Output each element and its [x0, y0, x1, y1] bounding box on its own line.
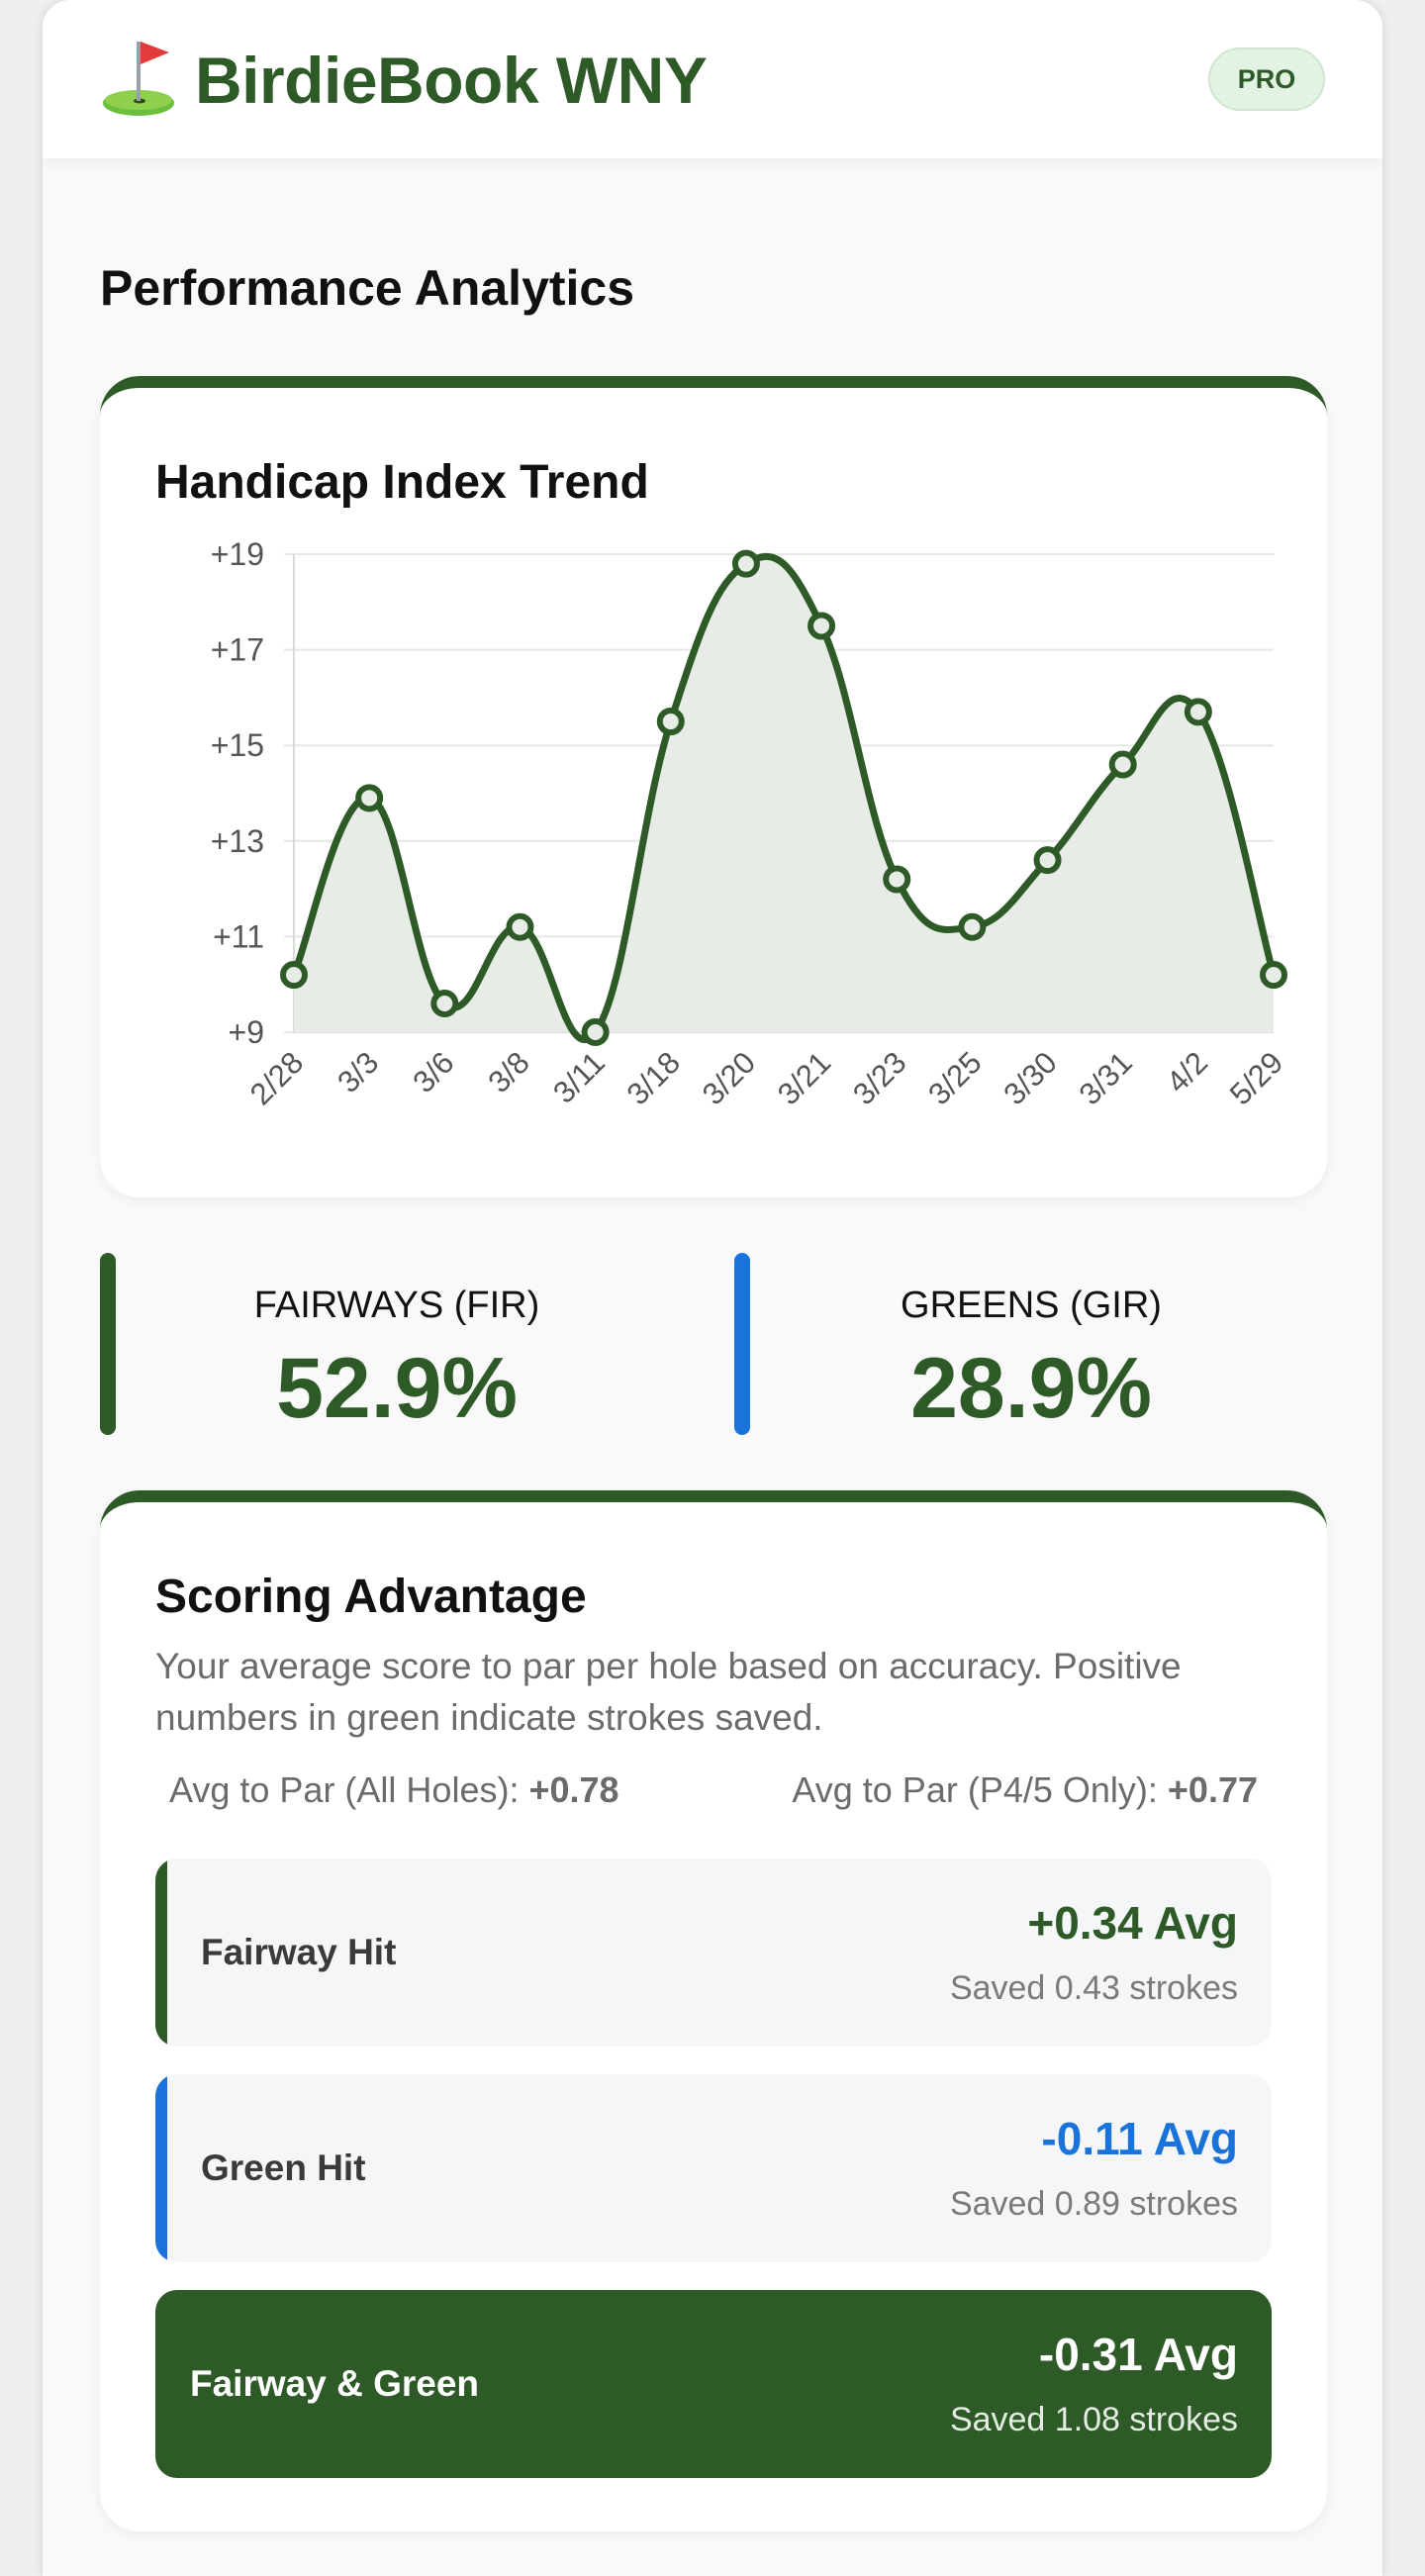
greens-stat: GREENS (GIR) 28.9% — [734, 1253, 1328, 1436]
data-point — [355, 784, 384, 812]
green-hit-row[interactable]: Green Hit -0.11 Avg Saved 0.89 strokes — [155, 2074, 1272, 2262]
x-tick-label: 5/29 — [1223, 1045, 1289, 1111]
x-tick-label: 3/8 — [481, 1045, 535, 1099]
series-area — [294, 556, 1274, 1040]
fairways-stat: FAIRWAYS (FIR) 52.9% — [100, 1253, 694, 1436]
golf-flag-icon — [103, 42, 174, 116]
y-tick-label: +9 — [229, 1014, 264, 1050]
y-tick-label: +13 — [211, 823, 264, 859]
x-tick-label: 3/31 — [1073, 1045, 1139, 1111]
fairway-hit-avg: +0.34 Avg — [1027, 1897, 1238, 1949]
data-point — [1033, 846, 1062, 875]
fairways-stat-value: 52.9% — [276, 1341, 518, 1436]
x-tick-label: 4/2 — [1160, 1045, 1214, 1099]
fairway-and-green-saved: Saved 1.08 strokes — [949, 2401, 1238, 2438]
y-tick-label: +17 — [211, 632, 264, 668]
data-point — [656, 708, 685, 736]
x-tick-label: 3/25 — [921, 1045, 988, 1111]
fairway-hit-row[interactable]: Fairway Hit +0.34 Avg Saved 0.43 strokes — [155, 1859, 1272, 2047]
app-frame: BirdieBook WNY PRO Performance Analytics… — [43, 0, 1382, 2576]
fairway-hit-label: Fairway Hit — [201, 1932, 397, 1972]
avg-all-holes: Avg to Par (All Holes): +0.78 — [169, 1769, 619, 1811]
handicap-chart-card: Handicap Index Trend +9 +11 +13 +15 +17 +19 2/… — [100, 376, 1327, 1197]
x-tick-label: 3/11 — [546, 1045, 612, 1110]
fairway-hit-accent — [155, 1859, 167, 2047]
green-hit-label: Green Hit — [201, 2147, 366, 2188]
page-title: Performance Analytics — [100, 260, 635, 316]
green-hit-avg: -0.11 Avg — [1041, 2113, 1238, 2164]
app-header: BirdieBook WNY PRO — [43, 0, 1382, 158]
avg-p45-label: Avg to Par (P4/5 Only): — [792, 1769, 1158, 1810]
data-point — [958, 912, 987, 941]
avg-all-holes-value: +0.78 — [528, 1769, 619, 1810]
app-title: BirdieBook WNY — [195, 44, 708, 117]
data-point — [280, 961, 308, 990]
x-tick-label: 3/23 — [846, 1045, 912, 1111]
x-tick-label: 3/21 — [771, 1045, 837, 1111]
x-tick-label: 3/3 — [331, 1045, 385, 1099]
fairway-and-green-avg: -0.31 Avg — [1038, 2329, 1238, 2380]
pro-badge[interactable]: PRO — [1208, 48, 1325, 111]
x-tick-label: 3/20 — [696, 1045, 762, 1111]
y-tick-label: +19 — [211, 536, 264, 572]
data-point — [581, 1018, 610, 1046]
fairway-hit-saved: Saved 0.43 strokes — [949, 1969, 1238, 2007]
data-point — [731, 549, 760, 578]
data-point — [1260, 961, 1287, 990]
avg-all-holes-label: Avg to Par (All Holes): — [169, 1769, 520, 1810]
x-tick-label: 2/28 — [243, 1045, 310, 1111]
x-tick-label: 3/18 — [620, 1045, 687, 1111]
fairway-and-green-label: Fairway & Green — [190, 2363, 480, 2404]
avg-p45-value: +0.77 — [1167, 1769, 1258, 1810]
y-tick-label: +15 — [211, 727, 264, 763]
data-point — [1184, 698, 1212, 726]
data-point — [430, 990, 459, 1018]
fairways-stat-label: FAIRWAYS (FIR) — [253, 1285, 540, 1326]
greens-stat-value: 28.9% — [910, 1341, 1152, 1436]
scoring-title: Scoring Advantage — [155, 1571, 587, 1623]
data-point — [883, 865, 911, 894]
data-point — [1108, 750, 1137, 779]
green-hit-saved: Saved 0.89 strokes — [949, 2185, 1238, 2223]
green-hit-accent — [155, 2074, 167, 2262]
greens-stat-label: GREENS (GIR) — [901, 1285, 1162, 1326]
y-tick-label: +11 — [213, 918, 264, 954]
x-tick-label: 3/30 — [997, 1045, 1063, 1111]
avg-p45-holes: Avg to Par (P4/5 Only): +0.77 — [792, 1769, 1258, 1811]
scoring-advantage-card: Scoring Advantage Your average score to … — [100, 1490, 1327, 2531]
fairway-and-green-row[interactable]: Fairway & Green -0.31 Avg Saved 1.08 str… — [155, 2290, 1272, 2478]
data-point — [808, 612, 836, 640]
x-tick-label: 3/6 — [406, 1045, 460, 1099]
data-point — [506, 912, 534, 941]
scoring-description: Your average score to par per hole based… — [155, 1646, 1182, 1738]
handicap-trend-chart: +9+11+13+15+17+192/28 3/3 3/6 3/8 3/11 3/18 3/… — [211, 536, 1290, 1111]
